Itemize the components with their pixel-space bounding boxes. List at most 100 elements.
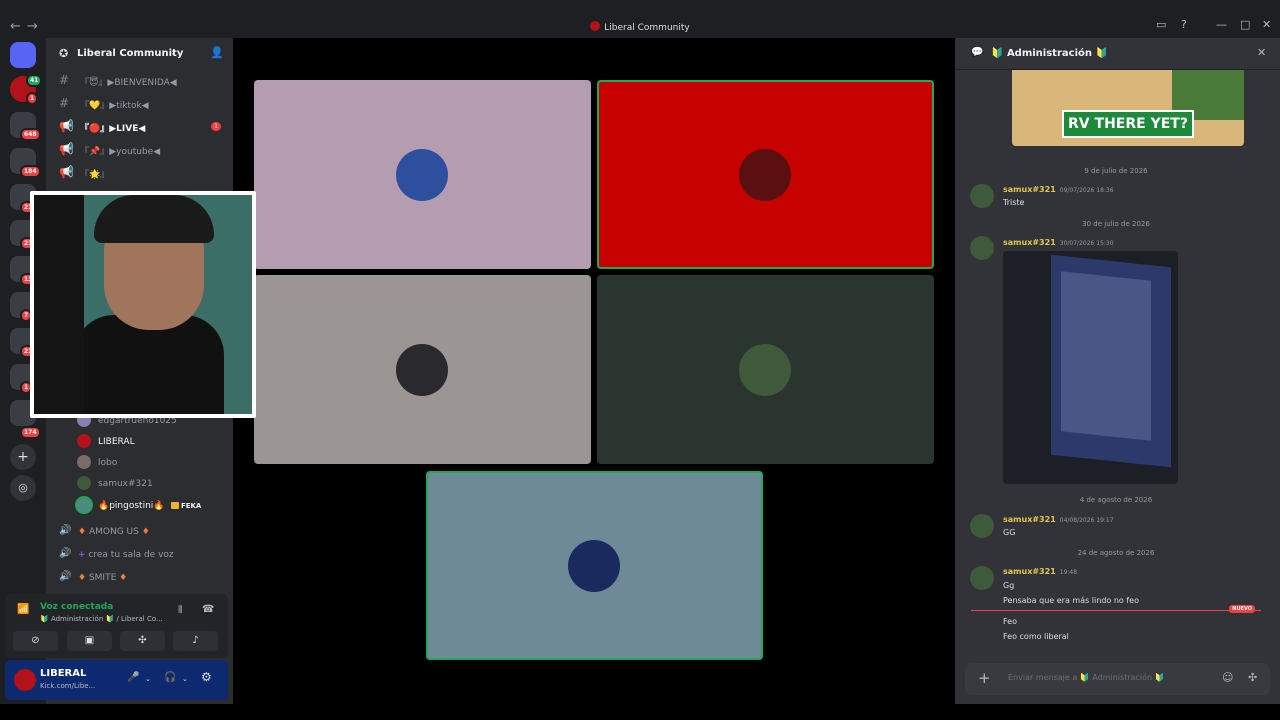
attached-photo[interactable]: [1003, 251, 1178, 484]
channel-label: crea tu sala de voz: [88, 550, 174, 560]
message-timestamp: 09/07/2026 18:36: [1059, 187, 1114, 194]
member-tag: FEKA: [180, 502, 202, 510]
message-composer[interactable]: + Enviar mensaje a 🔰 Administración 🔰 ☺ …: [965, 663, 1270, 695]
message-text: Pensaba que era más lindo no feo: [1003, 596, 1139, 605]
camera-off-icon: ⊘: [31, 635, 40, 646]
close-icon[interactable]: ✕: [1257, 46, 1266, 59]
embed-image[interactable]: RV THERE YET?: [1012, 70, 1244, 146]
channel-live[interactable]: 📢 『🔴』▶LIVE◀ 1: [46, 118, 233, 136]
channel-bienvenida[interactable]: # 『😇』▶BIENVENIDA◀: [46, 72, 233, 90]
speaker-icon: 🔊: [59, 571, 72, 582]
channel-extra[interactable]: 📢 『🌟』: [46, 164, 233, 182]
gear-icon[interactable]: ⚙: [201, 670, 212, 684]
voice-channel-among-us[interactable]: 🔊 ♦ AMONG US ♦: [46, 524, 233, 542]
diamond-icon: ♦: [78, 573, 87, 583]
composer-placeholder: Enviar mensaje a 🔰 Administración 🔰: [1008, 673, 1165, 682]
tag-icon: [170, 502, 179, 509]
avatar[interactable]: [970, 566, 994, 590]
date-separator: 4 de agosto de 2026: [1079, 496, 1153, 504]
plus-icon: +: [78, 550, 86, 560]
server-badge: 41: [26, 74, 43, 87]
message-text: Triste: [1003, 198, 1025, 207]
participant-tile[interactable]: [254, 80, 591, 269]
member-name: pingostini: [109, 501, 154, 511]
diamond-icon: ♦: [141, 527, 150, 537]
screen-share-button[interactable]: ▣: [67, 631, 112, 651]
avatar: [396, 149, 448, 201]
voice-stage: [233, 38, 955, 704]
voice-channel-name[interactable]: Administración: [51, 615, 103, 623]
diamond-icon: ♦: [119, 573, 128, 583]
chevron-down-icon[interactable]: ⌄: [182, 675, 188, 683]
user-panel: LIBERAL Kick.com/Libe... 🎤 ⌄ 🎧 ⌄ ⚙: [5, 660, 228, 700]
add-attachment-icon[interactable]: +: [978, 669, 991, 687]
screen-share-icon: ▣: [84, 635, 95, 646]
embed-banner: RV THERE YET?: [1062, 110, 1194, 138]
apps-icon[interactable]: ✣: [1248, 671, 1257, 684]
soundboard-button[interactable]: ♪: [173, 631, 218, 651]
emoji-icon[interactable]: ☺: [1222, 671, 1233, 684]
discord-home-icon[interactable]: [10, 42, 36, 68]
voice-channel-smite[interactable]: 🔊 ♦ SMITE ♦: [46, 570, 233, 588]
message-author[interactable]: samux#321: [1003, 238, 1056, 247]
message-timestamp: 30/07/2026 15:30: [1059, 240, 1114, 247]
explore-icon[interactable]: ◎: [10, 475, 36, 501]
channel-tiktok[interactable]: # 『💛』▶tiktok◀: [46, 95, 233, 113]
avatar: [77, 434, 91, 448]
message-text: Feo: [1003, 617, 1017, 626]
soundboard-icon: ♪: [192, 635, 199, 646]
chat-bubble-icon: 💬: [971, 47, 984, 58]
invite-user-icon[interactable]: 👤: [210, 46, 224, 59]
avatar[interactable]: [970, 236, 994, 260]
voice-connected-panel: 📶 Voz conectada 🔰 Administración 🔰 / Lib…: [5, 594, 228, 658]
message-author[interactable]: samux#321: [1003, 567, 1056, 576]
disconnect-icon[interactable]: ☎: [202, 604, 214, 615]
avatar[interactable]: [14, 669, 36, 691]
announcement-icon: 📢: [59, 119, 74, 133]
minimize-icon[interactable]: —: [1216, 18, 1227, 31]
participant-tile[interactable]: [597, 275, 934, 464]
close-window-icon[interactable]: ✕: [1262, 18, 1271, 31]
server-header[interactable]: ✪ Liberal Community ⌄ 👤: [46, 38, 233, 69]
date-separator: 30 de julio de 2026: [1082, 220, 1150, 228]
avatar: [739, 149, 791, 201]
voice-channel-create[interactable]: 🔊 + crea tu sala de voz: [46, 547, 233, 565]
chevron-down-icon[interactable]: ⌄: [145, 675, 151, 683]
title-bar: ← → Liberal Community ▭ ? — □ ✕: [0, 0, 1280, 38]
activities-button[interactable]: ✣: [120, 631, 165, 651]
participant-tile[interactable]: [597, 80, 934, 269]
voice-status: Voz conectada: [40, 602, 114, 612]
member-name: lobo: [98, 458, 118, 468]
microphone-icon[interactable]: 🎤: [127, 672, 139, 683]
channel-youtube[interactable]: 📢 『📌』▶youtube◀: [46, 141, 233, 159]
participant-tile[interactable]: [254, 275, 591, 464]
camera-button[interactable]: ⊘: [13, 631, 58, 651]
member-name: LIBERAL: [98, 437, 135, 447]
message-author[interactable]: samux#321: [1003, 515, 1056, 524]
noise-suppression-icon[interactable]: ⦀: [178, 605, 182, 616]
inbox-icon[interactable]: ▭: [1156, 18, 1166, 31]
server-name: Liberal Community: [77, 48, 184, 59]
chat-channel-name: Administración: [1006, 48, 1092, 59]
headphones-icon[interactable]: 🎧: [164, 672, 176, 683]
diamond-icon: ♦: [78, 527, 87, 537]
avatar: [77, 498, 91, 512]
speaker-icon: 🔊: [59, 548, 72, 559]
server-badge: 174: [20, 426, 41, 439]
message-text: Gg: [1003, 581, 1015, 590]
message-author[interactable]: samux#321: [1003, 185, 1056, 194]
message-text: GG: [1003, 528, 1016, 537]
participant-tile[interactable]: [426, 471, 763, 660]
avatar: [739, 344, 791, 396]
add-server-icon[interactable]: +: [10, 444, 36, 470]
maximize-icon[interactable]: □: [1240, 18, 1250, 31]
channel-emoji: 🌟: [89, 170, 101, 180]
speaker-icon: 🔊: [59, 525, 72, 536]
avatar[interactable]: [970, 514, 994, 538]
member-name: samux#321: [98, 479, 153, 489]
chevron-down-icon: ⌄: [170, 48, 177, 57]
new-messages-divider: NUEVO: [971, 605, 1261, 613]
avatar[interactable]: [970, 184, 994, 208]
help-icon[interactable]: ?: [1181, 18, 1187, 31]
webcam-feed: [34, 195, 252, 414]
